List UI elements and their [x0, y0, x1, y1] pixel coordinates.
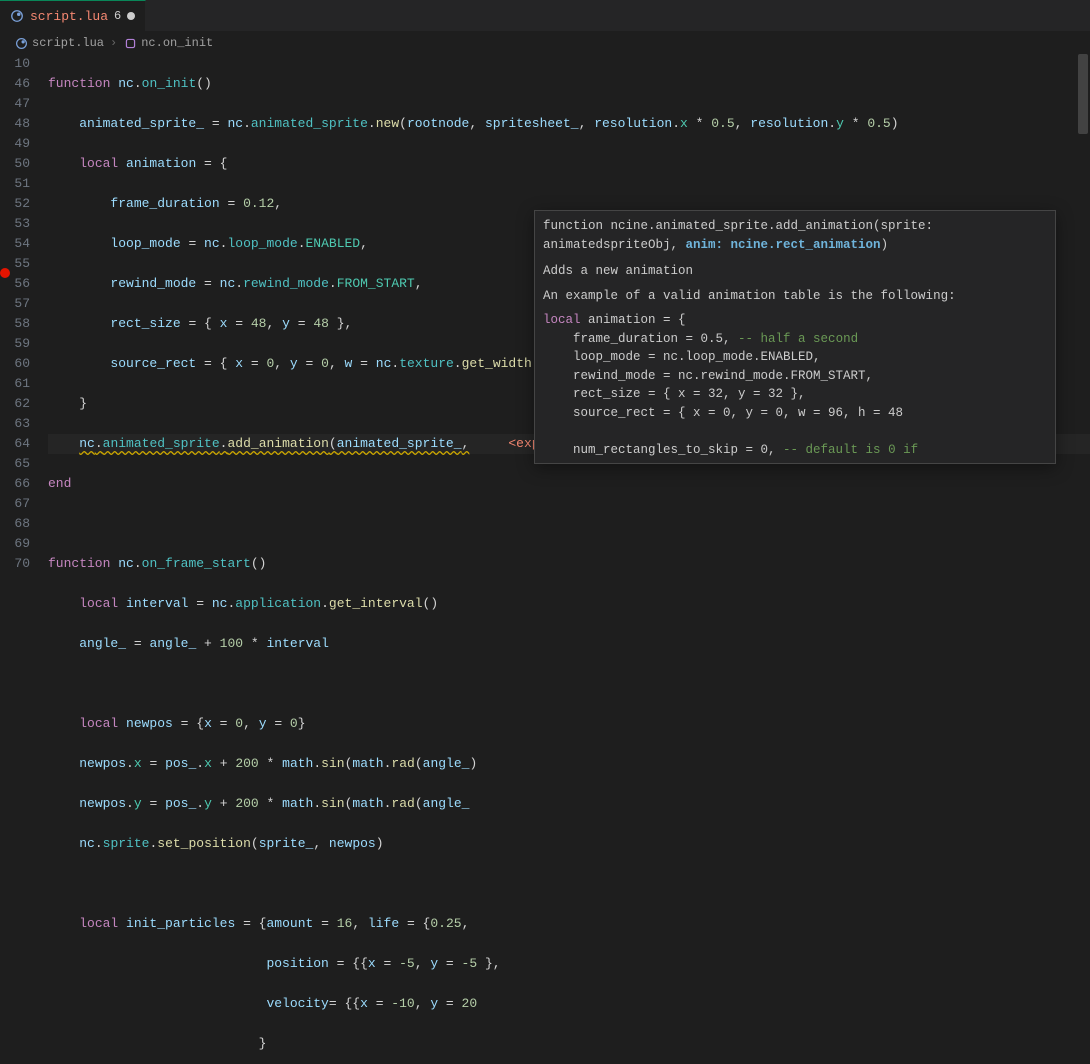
code-line: angle_ = angle_ + 100 * interval: [48, 634, 1090, 654]
line-number[interactable]: 60: [0, 354, 30, 374]
line-number[interactable]: 47: [0, 94, 30, 114]
scroll-thumb[interactable]: [1078, 54, 1088, 134]
lua-file-icon: [14, 36, 28, 50]
code-line: local interval = nc.application.get_inte…: [48, 594, 1090, 614]
code-line: [48, 514, 1090, 534]
line-number[interactable]: 61: [0, 374, 30, 394]
line-number[interactable]: 46: [0, 74, 30, 94]
code-line: velocity= {{x = -10, y = 20: [48, 994, 1090, 1014]
code-line: }: [48, 1034, 1090, 1054]
lua-file-icon: [10, 9, 24, 23]
code-line: function nc.on_frame_start(): [48, 554, 1090, 574]
line-number[interactable]: 64: [0, 434, 30, 454]
line-number[interactable]: 54: [0, 234, 30, 254]
doc-example-intro: An example of a valid animation table is…: [543, 287, 1047, 306]
function-icon: [123, 36, 137, 50]
breadcrumb[interactable]: script.lua › nc.on_init: [0, 32, 1090, 54]
code-line: position = {{x = -5, y = -5 },: [48, 954, 1090, 974]
breadcrumb-file[interactable]: script.lua: [32, 36, 104, 50]
line-number[interactable]: 55: [0, 254, 30, 274]
line-number[interactable]: 59: [0, 334, 30, 354]
line-number[interactable]: 10: [0, 54, 30, 74]
line-number[interactable]: 57: [0, 294, 30, 314]
line-number[interactable]: 56: [0, 274, 30, 294]
signature-text: function ncine.animated_sprite.add_anima…: [543, 217, 1047, 254]
tab-problem-count: 6: [114, 9, 121, 23]
line-number[interactable]: 50: [0, 154, 30, 174]
line-number[interactable]: 51: [0, 174, 30, 194]
tab-bar: script.lua 6: [0, 0, 1090, 32]
line-number[interactable]: 53: [0, 214, 30, 234]
code-line: local init_particles = {amount = 16, lif…: [48, 914, 1090, 934]
code-line: newpos.y = pos_.y + 200 * math.sin(math.…: [48, 794, 1090, 814]
code-line: local animation = {: [48, 154, 1090, 174]
line-number[interactable]: 49: [0, 134, 30, 154]
line-number[interactable]: 63: [0, 414, 30, 434]
code-line: [48, 674, 1090, 694]
doc-example-code: local animation = { frame_duration = 0.5…: [543, 311, 1047, 459]
breadcrumb-symbol[interactable]: nc.on_init: [141, 36, 213, 50]
line-number[interactable]: 69: [0, 534, 30, 554]
code-line: animated_sprite_ = nc.animated_sprite.ne…: [48, 114, 1090, 134]
line-number[interactable]: 67: [0, 494, 30, 514]
chevron-right-icon: ›: [110, 36, 117, 50]
line-number[interactable]: 66: [0, 474, 30, 494]
vertical-scrollbar[interactable]: [1078, 54, 1088, 524]
code-line: end: [48, 474, 1090, 494]
doc-summary: Adds a new animation: [543, 262, 1047, 281]
code-line: function nc.on_init(): [48, 74, 1090, 94]
line-number[interactable]: 62: [0, 394, 30, 414]
unsaved-indicator-icon: [127, 12, 135, 20]
line-number[interactable]: 68: [0, 514, 30, 534]
code-line: local newpos = {x = 0, y = 0}: [48, 714, 1090, 734]
line-number-gutter: 10 46 47 48 49 50 51 52 53 54 55 56 57 5…: [0, 54, 48, 532]
line-number[interactable]: 70: [0, 554, 30, 574]
line-number[interactable]: 65: [0, 454, 30, 474]
code-line: newpos.x = pos_.x + 200 * math.sin(math.…: [48, 754, 1090, 774]
line-number[interactable]: 52: [0, 194, 30, 214]
line-number[interactable]: 48: [0, 114, 30, 134]
code-line: [48, 874, 1090, 894]
signature-help-popup: function ncine.animated_sprite.add_anima…: [534, 210, 1056, 464]
code-line: nc.sprite.set_position(sprite_, newpos): [48, 834, 1090, 854]
tab-label: script.lua: [30, 9, 108, 24]
line-number[interactable]: 58: [0, 314, 30, 334]
tab-script-lua[interactable]: script.lua 6: [0, 0, 146, 31]
